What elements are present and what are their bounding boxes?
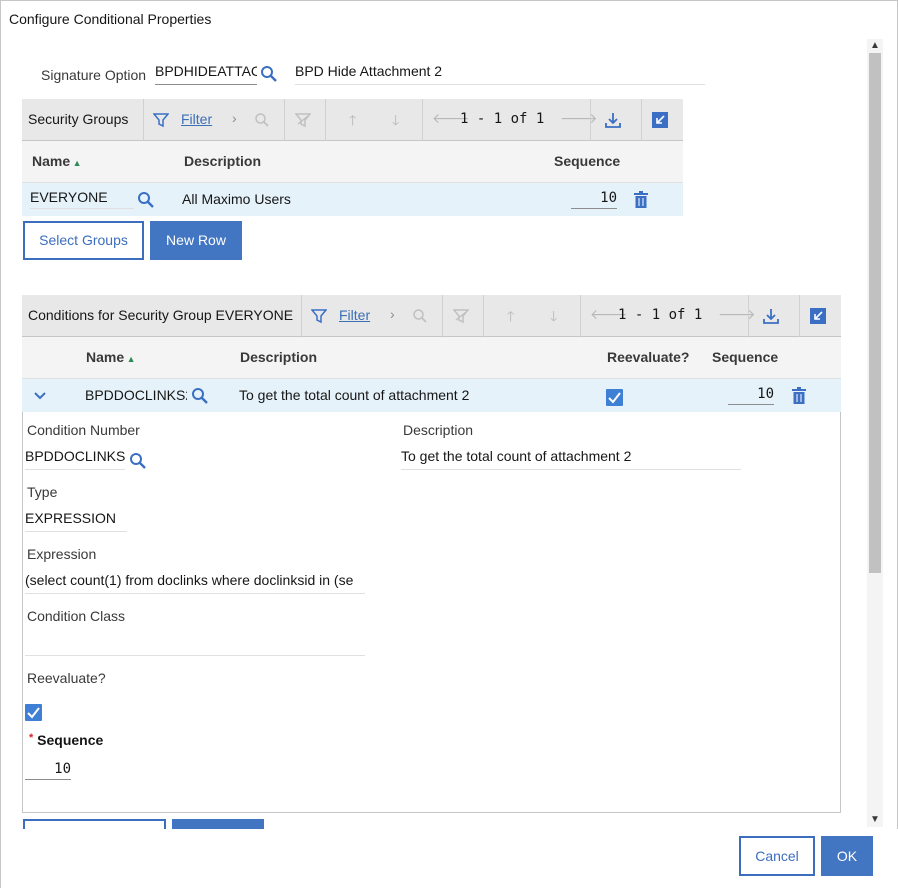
cancel-button[interactable]: Cancel: [739, 836, 815, 876]
conditions-title: Conditions for Security Group EVERYONE: [28, 307, 294, 323]
condition-number-label: Condition Number: [27, 422, 140, 438]
chevron-right-icon[interactable]: ›: [390, 306, 395, 322]
type-label: Type: [27, 484, 58, 500]
next-page-icon: 🡒: [718, 306, 756, 322]
chevron-down-icon[interactable]: [33, 391, 47, 401]
arrow-up-icon: 🡑: [349, 112, 357, 128]
security-groups-toolbar: Security Groups Filter › 🡑 🡓 🡐 1 - 1 of …: [22, 99, 683, 141]
detail-description-field: To get the total count of attachment 2: [401, 448, 741, 470]
detail-description-label: Description: [403, 422, 474, 438]
checkmark-icon: [27, 707, 40, 719]
condition-number-lookup-icon[interactable]: [129, 452, 147, 470]
dialog-footer: Cancel OK: [1, 829, 898, 888]
search-icon: [255, 113, 269, 127]
expression-label: Expression: [27, 546, 97, 562]
condition-class-field: [25, 634, 365, 656]
detail-reevaluate-checkbox[interactable]: [25, 704, 42, 721]
search-icon: [413, 309, 427, 323]
security-groups-filter-link[interactable]: Filter: [181, 111, 212, 127]
conditional-properties-dialog: Configure Conditional Properties ▲ ▼ Sig…: [0, 0, 898, 888]
dialog-title: Configure Conditional Properties: [9, 11, 212, 27]
security-groups-header: Name ▲ Description Sequence: [22, 141, 683, 183]
type-field: EXPRESSION: [25, 510, 127, 532]
collapse-table-icon[interactable]: [810, 308, 826, 324]
required-mark: *: [29, 732, 34, 744]
new-row-button[interactable]: New Row: [150, 221, 242, 260]
collapse-table-icon[interactable]: [652, 112, 668, 128]
column-header-name[interactable]: Name ▲: [32, 153, 82, 169]
security-groups-pagination: 1 - 1 of 1: [460, 111, 545, 127]
detail-reevaluate-label: Reevaluate?: [27, 670, 106, 686]
checkmark-icon: [608, 392, 621, 404]
signature-description-field: BPD Hide Attachment 2: [295, 63, 705, 85]
signature-option-input[interactable]: BPDHIDEATTAC: [155, 63, 257, 85]
conditions-header: Name ▲ Description Reevaluate? Sequence: [22, 337, 841, 379]
select-groups-button[interactable]: Select Groups: [23, 221, 144, 260]
clear-filter-icon: [453, 309, 469, 324]
reevaluate-checkbox[interactable]: [606, 389, 623, 406]
conditions-toolbar: Conditions for Security Group EVERYONE F…: [22, 295, 841, 337]
table-row[interactable]: BPDDOCLINKS2 To get the total count of a…: [22, 379, 841, 412]
expression-field: (select count(1) from doclinks where doc…: [25, 572, 365, 594]
dialog-content: Signature Option BPDHIDEATTAC BPD Hide A…: [1, 39, 883, 829]
select-conditions-button-partial[interactable]: [23, 819, 166, 829]
next-page-icon: 🡒: [560, 110, 598, 126]
column-header-sequence[interactable]: Sequence: [712, 349, 778, 365]
filter-icon[interactable]: [153, 112, 169, 128]
arrow-down-icon: 🡓: [550, 308, 558, 324]
signature-option-label: Signature Option: [41, 67, 147, 83]
column-header-name[interactable]: Name ▲: [86, 349, 136, 365]
delete-trash-icon[interactable]: [792, 387, 806, 404]
column-header-sequence[interactable]: Sequence: [554, 153, 620, 169]
filter-icon[interactable]: [311, 308, 327, 324]
security-groups-title: Security Groups: [28, 111, 129, 127]
condition-name-input[interactable]: BPDDOCLINKS2: [85, 385, 187, 407]
detail-sequence-input[interactable]: 10: [25, 758, 71, 780]
clear-filter-icon: [295, 113, 311, 128]
arrow-up-icon: 🡑: [507, 308, 515, 324]
conditions-filter-link[interactable]: Filter: [339, 307, 370, 323]
condition-description: To get the total count of attachment 2: [239, 387, 470, 403]
condition-detail-panel: Condition Number BPDDOCLINKS2 Descriptio…: [22, 412, 841, 813]
condition-sequence-input[interactable]: 10: [728, 383, 774, 405]
condition-lookup-icon[interactable]: [191, 387, 209, 405]
column-header-description[interactable]: Description: [184, 153, 261, 169]
signature-lookup-icon[interactable]: [260, 65, 278, 83]
column-header-reevaluate[interactable]: Reevaluate?: [607, 349, 689, 365]
sequence-label: * Sequence: [29, 732, 104, 748]
delete-trash-icon[interactable]: [634, 191, 648, 208]
chevron-right-icon[interactable]: ›: [232, 110, 237, 126]
download-icon[interactable]: [604, 111, 622, 129]
conditions-pagination: 1 - 1 of 1: [618, 307, 703, 323]
ok-button[interactable]: OK: [821, 836, 873, 876]
group-name-input[interactable]: EVERYONE: [30, 187, 134, 209]
condition-class-label: Condition Class: [27, 608, 126, 624]
download-icon[interactable]: [762, 307, 780, 325]
new-row-button-partial[interactable]: [172, 819, 264, 829]
group-sequence-input[interactable]: 10: [571, 187, 617, 209]
group-lookup-icon[interactable]: [137, 191, 155, 209]
arrow-down-icon: 🡓: [392, 112, 400, 128]
table-row[interactable]: EVERYONE All Maximo Users 10: [22, 183, 683, 216]
condition-number-field: BPDDOCLINKS2: [25, 448, 125, 470]
column-header-description[interactable]: Description: [240, 349, 317, 365]
group-description: All Maximo Users: [182, 191, 291, 207]
